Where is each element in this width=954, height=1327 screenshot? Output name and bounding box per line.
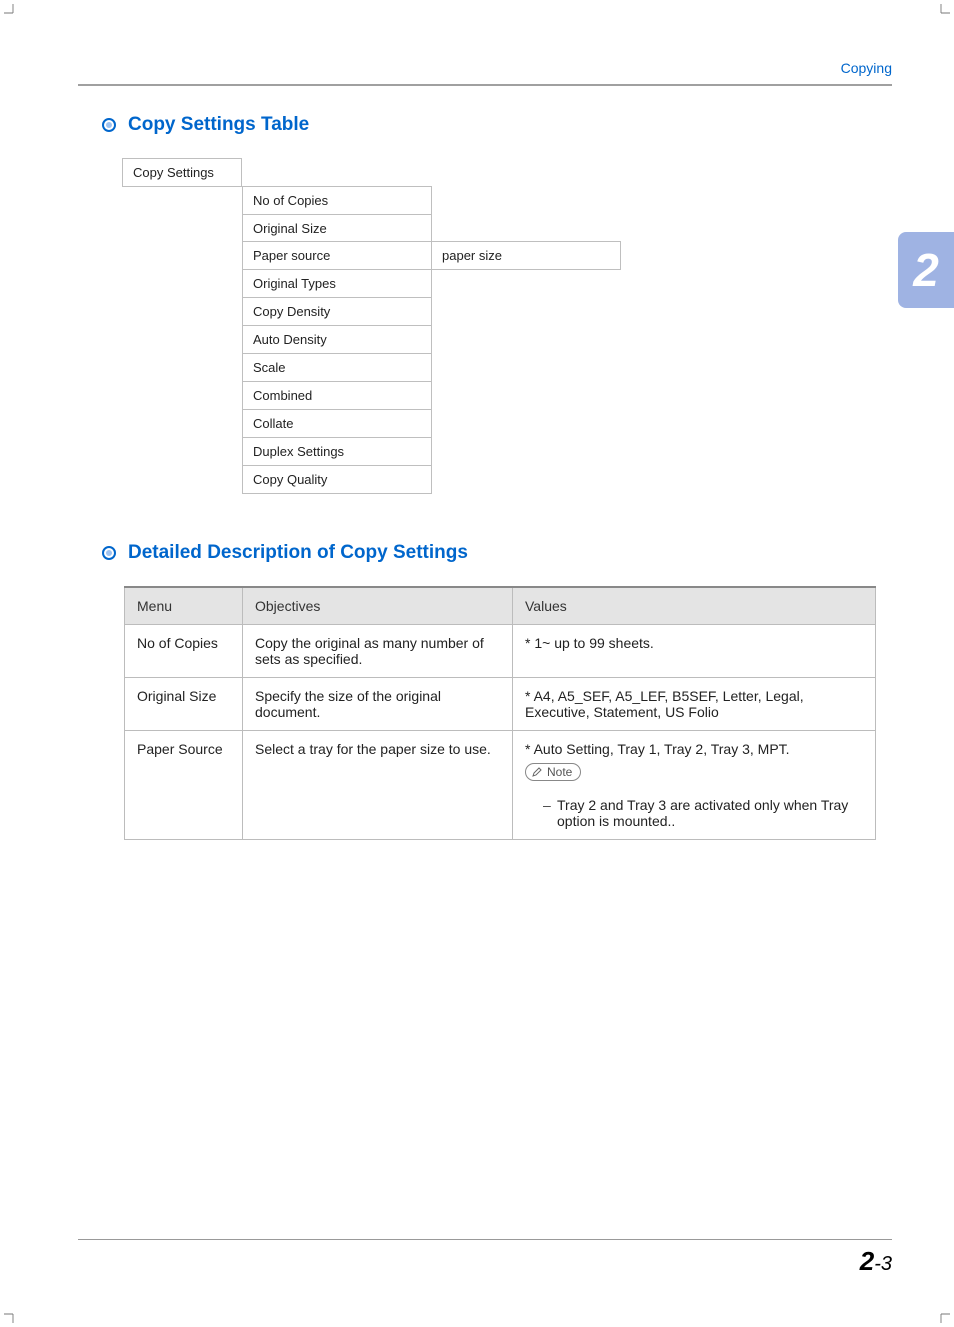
page-number-page: 3 <box>881 1253 892 1275</box>
note-badge: Note <box>525 763 581 781</box>
table-row: Paper Source Select a tray for the paper… <box>125 731 876 840</box>
col-objectives: Objectives <box>243 587 513 625</box>
footer-rule <box>78 1239 892 1240</box>
copy-settings-detail-table: Menu Objectives Values No of Copies Copy… <box>124 586 876 840</box>
tree-item: Duplex Settings <box>242 437 432 466</box>
cell-menu: Paper Source <box>125 731 243 840</box>
cell-objectives: Copy the original as many number of sets… <box>243 625 513 678</box>
note-text: Tray 2 and Tray 3 are activated only whe… <box>543 797 863 829</box>
tree-root: Copy Settings <box>122 158 242 187</box>
note-label: Note <box>547 765 572 779</box>
col-menu: Menu <box>125 587 243 625</box>
section-copy-settings-table: Copy Settings Table <box>102 114 892 136</box>
table-row: No of Copies Copy the original as many n… <box>125 625 876 678</box>
tree-item: No of Copies <box>242 186 432 215</box>
page-number-sep: - <box>874 1253 881 1275</box>
chapter-tab: 2 <box>898 232 954 308</box>
section-title: Copy Settings Table <box>128 114 309 136</box>
tree-item: Auto Density <box>242 325 432 354</box>
page-number: 2-3 <box>78 1246 892 1277</box>
ring-bullet-icon <box>102 118 116 132</box>
cell-menu: No of Copies <box>125 625 243 678</box>
ring-bullet-icon <box>102 546 116 560</box>
values-main: * Auto Setting, Tray 1, Tray 2, Tray 3, … <box>525 741 863 757</box>
header-rule <box>78 84 892 86</box>
tree-item: Copy Quality <box>242 465 432 494</box>
settings-tree: Copy Settings No of Copies Original Size… <box>122 158 892 494</box>
cell-menu: Original Size <box>125 678 243 731</box>
page-footer: 2-3 <box>78 1239 892 1277</box>
page-header: Copying <box>78 60 892 76</box>
tree-item: Scale <box>242 353 432 382</box>
tree-item: Original Types <box>242 269 432 298</box>
tree-item-paper-size: paper size <box>431 241 621 270</box>
col-values: Values <box>513 587 876 625</box>
page-number-chapter: 2 <box>860 1246 874 1276</box>
cell-values: * Auto Setting, Tray 1, Tray 2, Tray 3, … <box>513 731 876 840</box>
tree-item: Copy Density <box>242 297 432 326</box>
tree-item: Combined <box>242 381 432 410</box>
table-row: Original Size Specify the size of the or… <box>125 678 876 731</box>
tree-item: Collate <box>242 409 432 438</box>
cell-values: * A4, A5_SEF, A5_LEF, B5SEF, Letter, Leg… <box>513 678 876 731</box>
pencil-icon <box>531 766 543 778</box>
section-detailed-description: Detailed Description of Copy Settings <box>102 542 892 564</box>
cell-values: * 1~ up to 99 sheets. <box>513 625 876 678</box>
cell-objectives: Select a tray for the paper size to use. <box>243 731 513 840</box>
chapter-number: 2 <box>913 243 939 297</box>
tree-item: Original Size <box>242 214 432 243</box>
section-title: Detailed Description of Copy Settings <box>128 542 468 564</box>
tree-item-paper-source: Paper source <box>242 241 432 270</box>
cell-objectives: Specify the size of the original documen… <box>243 678 513 731</box>
